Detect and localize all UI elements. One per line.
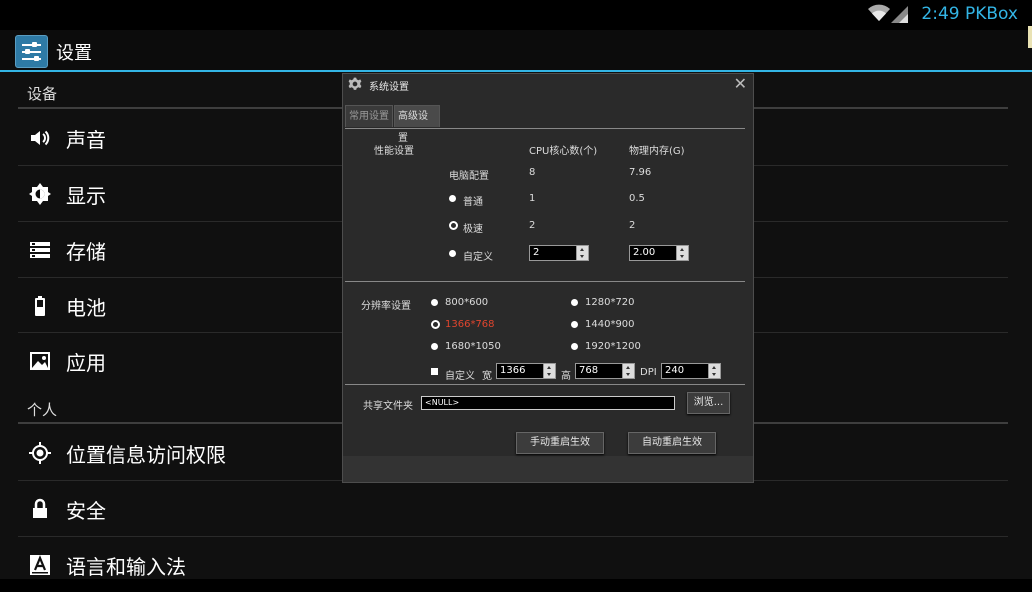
res-option-1680x1050: 1680*1050 <box>445 341 501 352</box>
memory-spinbox[interactable]: 2.00 <box>629 245 689 261</box>
tab-divider <box>345 128 745 129</box>
shared-folder-label: 共享文件夹 <box>363 401 413 412</box>
location-icon <box>29 442 51 464</box>
radio-res-1920x1200[interactable] <box>571 343 578 350</box>
height-spinbox-value: 768 <box>579 365 599 376</box>
custom-resolution-label: 自定义 <box>445 371 475 382</box>
fast-cpu: 2 <box>529 220 536 231</box>
spin-arrows-icon[interactable] <box>543 364 555 378</box>
pc-config-memory: 7.96 <box>629 167 652 178</box>
cpu-column-header: CPU核心数(个) <box>529 146 598 157</box>
normal-cpu: 1 <box>529 193 536 204</box>
tab-advanced-settings[interactable]: 高级设置 <box>394 105 440 144</box>
pc-config-label: 电脑配置 <box>449 171 489 182</box>
dialog-title: 系统设置 <box>369 82 409 93</box>
custom-performance-label: 自定义 <box>463 252 493 263</box>
normal-memory: 0.5 <box>629 193 645 204</box>
manual-restart-button[interactable]: 手动重启生效 <box>516 432 604 454</box>
res-option-1280x720: 1280*720 <box>585 297 635 308</box>
normal-label: 普通 <box>463 197 483 208</box>
res-option-1920x1200: 1920*1200 <box>585 341 641 352</box>
lock-icon <box>33 498 47 518</box>
radio-custom-performance[interactable] <box>449 250 456 257</box>
section-divider <box>345 281 745 282</box>
signal-icon <box>891 6 908 23</box>
settings-app-icon[interactable] <box>15 35 48 68</box>
volume-icon <box>31 130 50 146</box>
storage-icon <box>30 242 50 258</box>
radio-res-800x600[interactable] <box>431 299 438 306</box>
settings-item-label: 安全 <box>66 499 106 523</box>
shared-folder-input[interactable]: <NULL> <box>421 396 675 410</box>
auto-restart-button[interactable]: 自动重启生效 <box>628 432 716 454</box>
performance-label: 性能设置 <box>374 146 414 157</box>
settings-item-language[interactable]: 语言和输入法 <box>18 537 1008 592</box>
language-icon <box>30 555 50 575</box>
cpu-spinbox-value: 2 <box>533 247 540 258</box>
section-header-personal: 个人 <box>27 401 58 419</box>
height-spinbox[interactable]: 768 <box>575 363 635 379</box>
dpi-spinbox[interactable]: 240 <box>661 363 721 379</box>
spin-arrows-icon[interactable] <box>576 246 588 260</box>
res-option-1440x900: 1440*900 <box>585 319 635 330</box>
settings-item-label: 应用 <box>66 351 106 375</box>
dpi-spinbox-value: 240 <box>665 365 685 376</box>
wifi-icon <box>868 4 890 21</box>
pc-config-cpu: 8 <box>529 167 536 178</box>
spin-arrows-icon[interactable] <box>622 364 634 378</box>
browse-button[interactable]: 浏览... <box>687 392 730 414</box>
settings-item-security[interactable]: 安全 <box>18 481 1008 536</box>
width-spinbox[interactable]: 1366 <box>496 363 556 379</box>
settings-item-label: 位置信息访问权限 <box>66 443 226 467</box>
status-bar: 2:49 PKBox <box>0 0 1032 30</box>
height-label: 高 <box>561 371 571 382</box>
page-title: 设置 <box>56 43 92 64</box>
gear-icon <box>348 77 362 90</box>
width-spinbox-value: 1366 <box>500 365 526 376</box>
fast-label: 极速 <box>463 224 483 235</box>
section-divider <box>345 384 745 385</box>
dpi-label: DPI <box>640 367 657 378</box>
settings-item-label: 声音 <box>66 128 106 152</box>
memory-spinbox-value: 2.00 <box>633 247 656 258</box>
system-settings-dialog: 系统设置 ✕ 常用设置 高级设置 性能设置 CPU核心数(个) 物理内存(G) … <box>342 73 754 483</box>
close-icon[interactable]: ✕ <box>734 74 747 93</box>
brightness-icon <box>29 183 51 205</box>
status-time: 2:49 PKBox <box>921 4 1018 24</box>
settings-item-label: 存储 <box>66 240 106 264</box>
radio-res-1440x900[interactable] <box>571 321 578 328</box>
radio-normal[interactable] <box>449 195 456 202</box>
res-option-1366x768-selected: 1366*768 <box>445 319 495 330</box>
checkbox-custom-resolution[interactable] <box>431 368 438 375</box>
settings-item-label: 电池 <box>66 296 106 320</box>
section-header-device: 设备 <box>27 85 58 103</box>
spin-arrows-icon[interactable] <box>708 364 720 378</box>
apps-icon <box>30 352 50 370</box>
edge-marker <box>1028 26 1032 48</box>
settings-item-label: 显示 <box>66 184 106 208</box>
radio-res-1280x720[interactable] <box>571 299 578 306</box>
battery-icon <box>35 296 45 316</box>
action-bar: 设置 <box>0 30 1032 72</box>
settings-item-label: 语言和输入法 <box>66 555 186 579</box>
res-option-800x600: 800*600 <box>445 297 489 308</box>
radio-fast[interactable] <box>449 221 458 230</box>
radio-res-1366x768[interactable] <box>431 320 440 329</box>
resolution-label: 分辨率设置 <box>361 301 411 312</box>
dialog-footer <box>343 456 753 482</box>
memory-column-header: 物理内存(G) <box>629 146 685 157</box>
spin-arrows-icon[interactable] <box>676 246 688 260</box>
radio-res-1680x1050[interactable] <box>431 343 438 350</box>
tab-common-settings[interactable]: 常用设置 <box>345 105 393 127</box>
cpu-spinbox[interactable]: 2 <box>529 245 589 261</box>
width-label: 宽 <box>482 371 492 382</box>
fast-memory: 2 <box>629 220 636 231</box>
